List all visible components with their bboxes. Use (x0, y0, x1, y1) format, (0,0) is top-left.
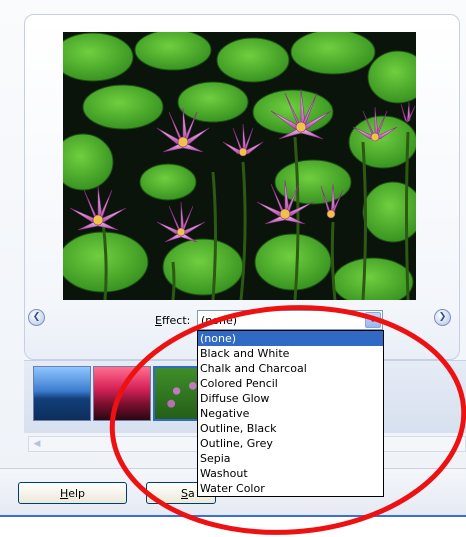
effect-option[interactable]: Outline, Black (198, 421, 383, 436)
chevron-right-icon[interactable]: ❯ (434, 309, 451, 326)
effect-option[interactable]: Diffuse Glow (198, 391, 383, 406)
effect-option[interactable]: Chalk and Charcoal (198, 361, 383, 376)
accent-strip (0, 515, 466, 517)
help-button-rest: elp (68, 486, 86, 500)
save-button-rest: a (187, 486, 195, 500)
effect-option[interactable]: Colored Pencil (198, 376, 383, 391)
chevron-down-icon[interactable] (365, 312, 381, 328)
thumbnail-image-1[interactable] (33, 366, 91, 421)
effect-option[interactable]: Negative (198, 406, 383, 421)
save-button-mnemonic: S (181, 486, 188, 500)
effect-dropdown-list[interactable]: (none) Black and White Chalk and Charcoal C… (197, 330, 384, 497)
effect-select-value: (none) (201, 314, 238, 327)
effect-label-rest: ffect: (161, 314, 191, 327)
chevron-left-icon[interactable]: ❮ (28, 309, 45, 326)
help-button[interactable]: Help (18, 482, 127, 504)
preview-photo (63, 32, 416, 300)
thumbnail-image-2[interactable] (93, 366, 151, 421)
effect-label-mnemonic: E (155, 314, 162, 327)
effect-option[interactable]: Black and White (198, 346, 383, 361)
effect-option[interactable]: Water Color (198, 481, 383, 496)
effect-select[interactable]: (none) (197, 310, 383, 330)
effect-option[interactable]: Washout (198, 466, 383, 481)
effect-option[interactable]: Outline, Grey (198, 436, 383, 451)
help-button-mnemonic: H (59, 486, 69, 500)
scroll-left-arrow-icon[interactable]: ◀ (30, 438, 44, 450)
effect-option[interactable]: Sepia (198, 451, 383, 466)
effect-option[interactable]: (none) (198, 331, 383, 346)
effect-label: Effect: (155, 314, 190, 327)
